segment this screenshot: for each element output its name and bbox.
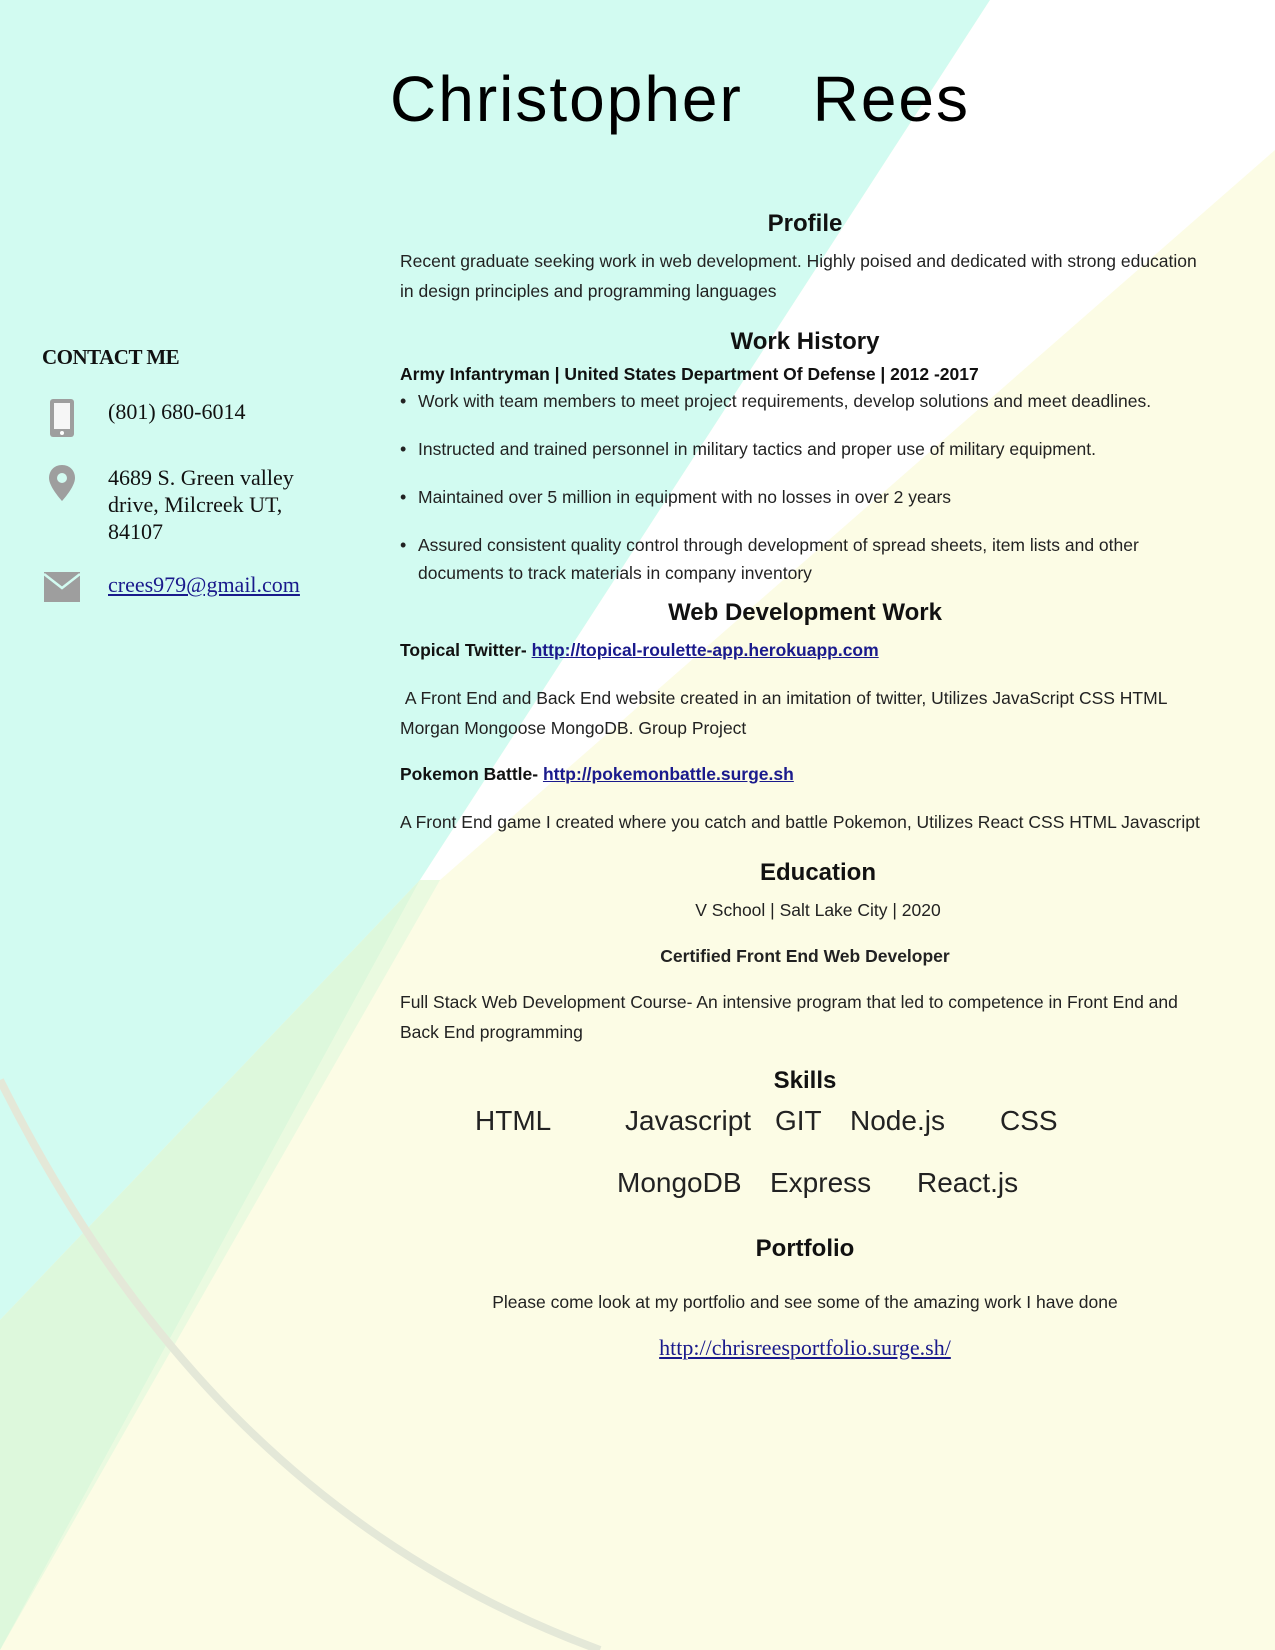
contact-email-row: crees979@gmail.com xyxy=(42,571,342,611)
portfolio-title: Portfolio xyxy=(755,1235,855,1262)
skill-item: HTML xyxy=(475,1105,552,1136)
project-title: Pokemon Battle- http://pokemonbattle.sur… xyxy=(400,759,1210,789)
phone-icon xyxy=(42,398,82,438)
skill-item: MongoDB xyxy=(617,1167,742,1198)
work-bullet: Instructed and trained personnel in mili… xyxy=(400,435,1210,463)
profile-text: Recent graduate seeking work in web deve… xyxy=(400,251,1197,301)
job-title: Army Infantryman | United States Departm… xyxy=(400,364,979,384)
work-bullet: Maintained over 5 million in equipment w… xyxy=(400,483,1210,511)
project-title: Topical Twitter- http://topical-roulette… xyxy=(400,635,1210,665)
contact-phone-row: (801) 680-6014 xyxy=(42,398,342,438)
education-title: Education xyxy=(759,859,876,886)
contact-heading: CONTACT ME xyxy=(42,345,180,369)
education-description: Full Stack Web Development Course- An in… xyxy=(400,992,1178,1042)
skill-item: React.js xyxy=(917,1167,1019,1198)
resume-name: Christopher Rees xyxy=(390,63,970,135)
portfolio-text: Please come look at my portfolio and see… xyxy=(492,1292,1118,1312)
project-description: A Front End and Back End website created… xyxy=(400,688,1172,738)
skills-row: MongoDB Express React.js xyxy=(400,1167,1210,1229)
location-pin-icon xyxy=(42,464,82,504)
contact-address: 4689 S. Green valley drive, Milcreek UT,… xyxy=(108,465,294,544)
web-dev-title: Web Development Work xyxy=(668,599,942,626)
portfolio-link[interactable]: http://chrisreesportfolio.surge.sh/ xyxy=(659,1335,951,1360)
project-name: Pokemon Battle- xyxy=(400,764,539,784)
skill-item: Javascript xyxy=(625,1105,752,1136)
skills-title: Skills xyxy=(773,1067,837,1094)
skill-item: Express xyxy=(770,1167,872,1198)
portfolio-link-wrap: http://chrisreesportfolio.surge.sh/ xyxy=(400,1335,1210,1361)
main-content: Profile Recent graduate seeking work in … xyxy=(400,210,1210,1361)
contact-phone: (801) 680-6014 xyxy=(108,399,246,424)
skill-item: GIT xyxy=(775,1105,822,1136)
work-bullet: Assured consistent quality control throu… xyxy=(400,531,1210,587)
profile-title: Profile xyxy=(767,210,843,237)
education-cert: Certified Front End Web Developer xyxy=(660,946,950,966)
project-link[interactable]: http://pokemonbattle.surge.sh xyxy=(543,764,794,784)
project-name: Topical Twitter xyxy=(400,640,521,660)
envelope-icon xyxy=(42,571,82,611)
work-bullet: Work with team members to meet project r… xyxy=(400,387,1210,415)
skills-row: HTML Javascript GIT Node.js CSS xyxy=(400,1105,1210,1167)
work-bullets: Work with team members to meet project r… xyxy=(400,387,1210,587)
resume-page: Christopher Rees CONTACT ME (801) 680-60… xyxy=(0,0,1275,1650)
skill-item: CSS xyxy=(1000,1105,1058,1136)
project-link[interactable]: http://topical-roulette-app.herokuapp.co… xyxy=(532,640,879,660)
skill-item: Node.js xyxy=(850,1105,945,1136)
project-description: A Front End game I created where you cat… xyxy=(400,812,1200,832)
contact-section: CONTACT ME (801) 680-6014 4689 S. Green … xyxy=(42,345,342,637)
work-history-title: Work History xyxy=(730,328,880,355)
contact-address-row: 4689 S. Green valley drive, Milcreek UT,… xyxy=(42,464,342,545)
education-school: V School | Salt Lake City | 2020 xyxy=(695,900,941,920)
project-separator: - xyxy=(520,640,532,660)
contact-email-link[interactable]: crees979@gmail.com xyxy=(108,571,300,598)
